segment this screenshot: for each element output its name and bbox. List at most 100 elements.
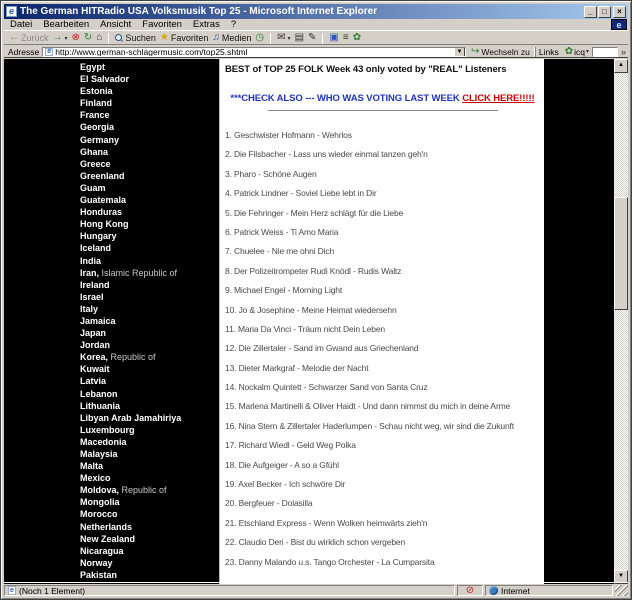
sidebar-country-link[interactable]: Hungary	[80, 230, 219, 242]
sidebar-country-link[interactable]: Guatemala	[80, 194, 219, 206]
media-button[interactable]: ♫ Medien	[212, 33, 251, 43]
mail-button[interactable]: ✉ ▾	[277, 33, 290, 43]
discuss-button[interactable]: ▣	[329, 33, 338, 43]
sidebar-country-link[interactable]: Latvia	[80, 375, 219, 387]
links-toolbar-label[interactable]: Links	[535, 47, 562, 57]
sidebar-country-link[interactable]: Jamaica	[80, 315, 219, 327]
menu-bearbeiten[interactable]: Bearbeiten	[43, 19, 89, 30]
toolbar-overflow-chevron[interactable]: »	[621, 47, 626, 57]
back-button[interactable]: ← Zurück	[9, 33, 49, 43]
country-name: Jordan	[80, 340, 110, 350]
address-input[interactable]: e http://www.german-schlagermusic.com/to…	[42, 47, 466, 57]
sidebar-country-link[interactable]: Greenland	[80, 170, 219, 182]
sidebar-country-link[interactable]: India	[80, 255, 219, 267]
forward-button[interactable]: → ▾	[53, 33, 68, 43]
sidebar-country-link[interactable]: Estonia	[80, 85, 219, 97]
country-name-suffix: Islamic Republic of	[99, 268, 177, 278]
refresh-button[interactable]: ↻	[84, 33, 92, 43]
country-name: France	[80, 110, 110, 120]
search-button[interactable]: Suchen	[115, 33, 156, 43]
resize-grip[interactable]	[615, 585, 628, 596]
sidebar-country-link[interactable]: Iceland	[80, 242, 219, 254]
sidebar-country-link[interactable]: Morocco	[80, 508, 219, 520]
song-list-item: 16. Nina Stern & Zillertaler Haderlumpen…	[225, 421, 540, 432]
favorites-button[interactable]: ★ Favoriten	[160, 33, 209, 43]
scroll-up-button[interactable]: ▲	[614, 59, 628, 73]
sidebar-country-link[interactable]: Ireland	[80, 279, 219, 291]
menu-datei[interactable]: Datei	[10, 19, 32, 30]
history-button[interactable]: ◷	[255, 33, 264, 43]
sidebar-country-link[interactable]: El Salvador	[80, 73, 219, 85]
icq-links-button[interactable]: ✿ icq ▾	[565, 47, 589, 57]
back-label: Zurück	[21, 33, 49, 43]
menu-extras[interactable]: Extras	[193, 19, 220, 30]
sidebar-country-link[interactable]: Greece	[80, 158, 219, 170]
edit-button[interactable]: ✎	[308, 33, 316, 43]
print-button[interactable]: ▤	[295, 33, 304, 43]
country-name: Ghana	[80, 147, 108, 157]
close-button[interactable]: ×	[613, 6, 626, 18]
sidebar-country-link[interactable]: Macedonia	[80, 436, 219, 448]
country-name: Georgia	[80, 122, 114, 132]
sidebar-country-link[interactable]: Norway	[80, 557, 219, 569]
sidebar-country-link[interactable]: Mongolia	[80, 496, 219, 508]
sidebar-country-link[interactable]: Korea, Republic of	[80, 351, 219, 363]
sidebar-country-link[interactable]: Malta	[80, 460, 219, 472]
home-button[interactable]: ⌂	[96, 33, 102, 43]
stop-button[interactable]: ⊗	[72, 33, 80, 43]
menu-hilfe[interactable]: ?	[231, 19, 236, 30]
page-ie-icon: e	[45, 48, 53, 56]
country-name: India	[80, 256, 101, 266]
sidebar-country-link[interactable]: Lithuania	[80, 400, 219, 412]
sidebar-country-link[interactable]: Libyan Arab Jamahiriya	[80, 412, 219, 424]
sidebar-country-link[interactable]: Luxembourg	[80, 424, 219, 436]
country-name: Iran,	[80, 268, 99, 278]
country-name-suffix: Republic of	[119, 485, 167, 495]
address-dropdown-button[interactable]: ▼	[454, 47, 465, 57]
address-url[interactable]: http://www.german-schlagermusic.com/top2…	[55, 47, 454, 57]
menu-favoriten[interactable]: Favoriten	[142, 19, 182, 30]
sidebar-country-link[interactable]: France	[80, 109, 219, 121]
sidebar-country-link[interactable]: Moldova, Republic of	[80, 484, 219, 496]
sidebar-country-link[interactable]: Malaysia	[80, 448, 219, 460]
sidebar-country-link[interactable]: Netherlands	[80, 521, 219, 533]
sidebar-country-link[interactable]: New Zealand	[80, 533, 219, 545]
sidebar-country-link[interactable]: Japan	[80, 327, 219, 339]
song-list-item: 2. Die Filsbacher - Lass uns wieder einm…	[225, 149, 540, 160]
sidebar-country-link[interactable]: Italy	[80, 303, 219, 315]
sidebar-country-link[interactable]: Honduras	[80, 206, 219, 218]
sidebar-country-link[interactable]: Finland	[80, 97, 219, 109]
sidebar-country-link[interactable]: Lebanon	[80, 388, 219, 400]
sidebar-country-link[interactable]: Israel	[80, 291, 219, 303]
go-button[interactable]: ↪ Wechseln zu	[469, 47, 532, 57]
vertical-scrollbar[interactable]: ▲ ▼	[614, 59, 628, 584]
click-here-link[interactable]: CLICK HERE!!!!!	[462, 93, 534, 104]
sidebar-country-link[interactable]: Kuwait	[80, 363, 219, 375]
country-name: Hungary	[80, 231, 117, 241]
menu-ansicht[interactable]: Ansicht	[100, 19, 131, 30]
sidebar-country-link[interactable]: Hong Kong	[80, 218, 219, 230]
country-name: Luxembourg	[80, 425, 135, 435]
sidebar-country-link[interactable]: Jordan	[80, 339, 219, 351]
maximize-button[interactable]: □	[598, 6, 611, 18]
song-list-item: 21. Etschland Express - Wenn Wolken heim…	[225, 518, 540, 529]
sidebar-country-link[interactable]: Mexico	[80, 472, 219, 484]
sidebar-country-link[interactable]: Germany	[80, 134, 219, 146]
toolbar-mini-inputbox[interactable]	[592, 47, 618, 57]
sidebar-country-link[interactable]: Nicaragua	[80, 545, 219, 557]
home-icon: ⌂	[96, 33, 102, 43]
minimize-button[interactable]: _	[584, 6, 597, 18]
song-list-item: 10. Jo & Josephine - Meine Heimat wieder…	[225, 305, 540, 316]
sidebar-country-link[interactable]: Egypt	[80, 61, 219, 73]
history-clock-icon: ◷	[255, 33, 264, 43]
scrollbar-thumb[interactable]	[614, 197, 628, 310]
search-label: Suchen	[125, 33, 156, 43]
song-list-item: 15. Marlena Martinelli & Oliver Haidt - …	[225, 401, 540, 412]
sidebar-country-link[interactable]: Ghana	[80, 146, 219, 158]
sidebar-country-link[interactable]: Iran, Islamic Republic of	[80, 267, 219, 279]
icq-toolbar-button[interactable]: ✿	[353, 33, 361, 43]
sidebar-country-link[interactable]: Georgia	[80, 121, 219, 133]
sidebar-country-link[interactable]: Pakistan	[80, 569, 219, 581]
messenger-button[interactable]: ≡	[343, 33, 349, 43]
sidebar-country-link[interactable]: Guam	[80, 182, 219, 194]
